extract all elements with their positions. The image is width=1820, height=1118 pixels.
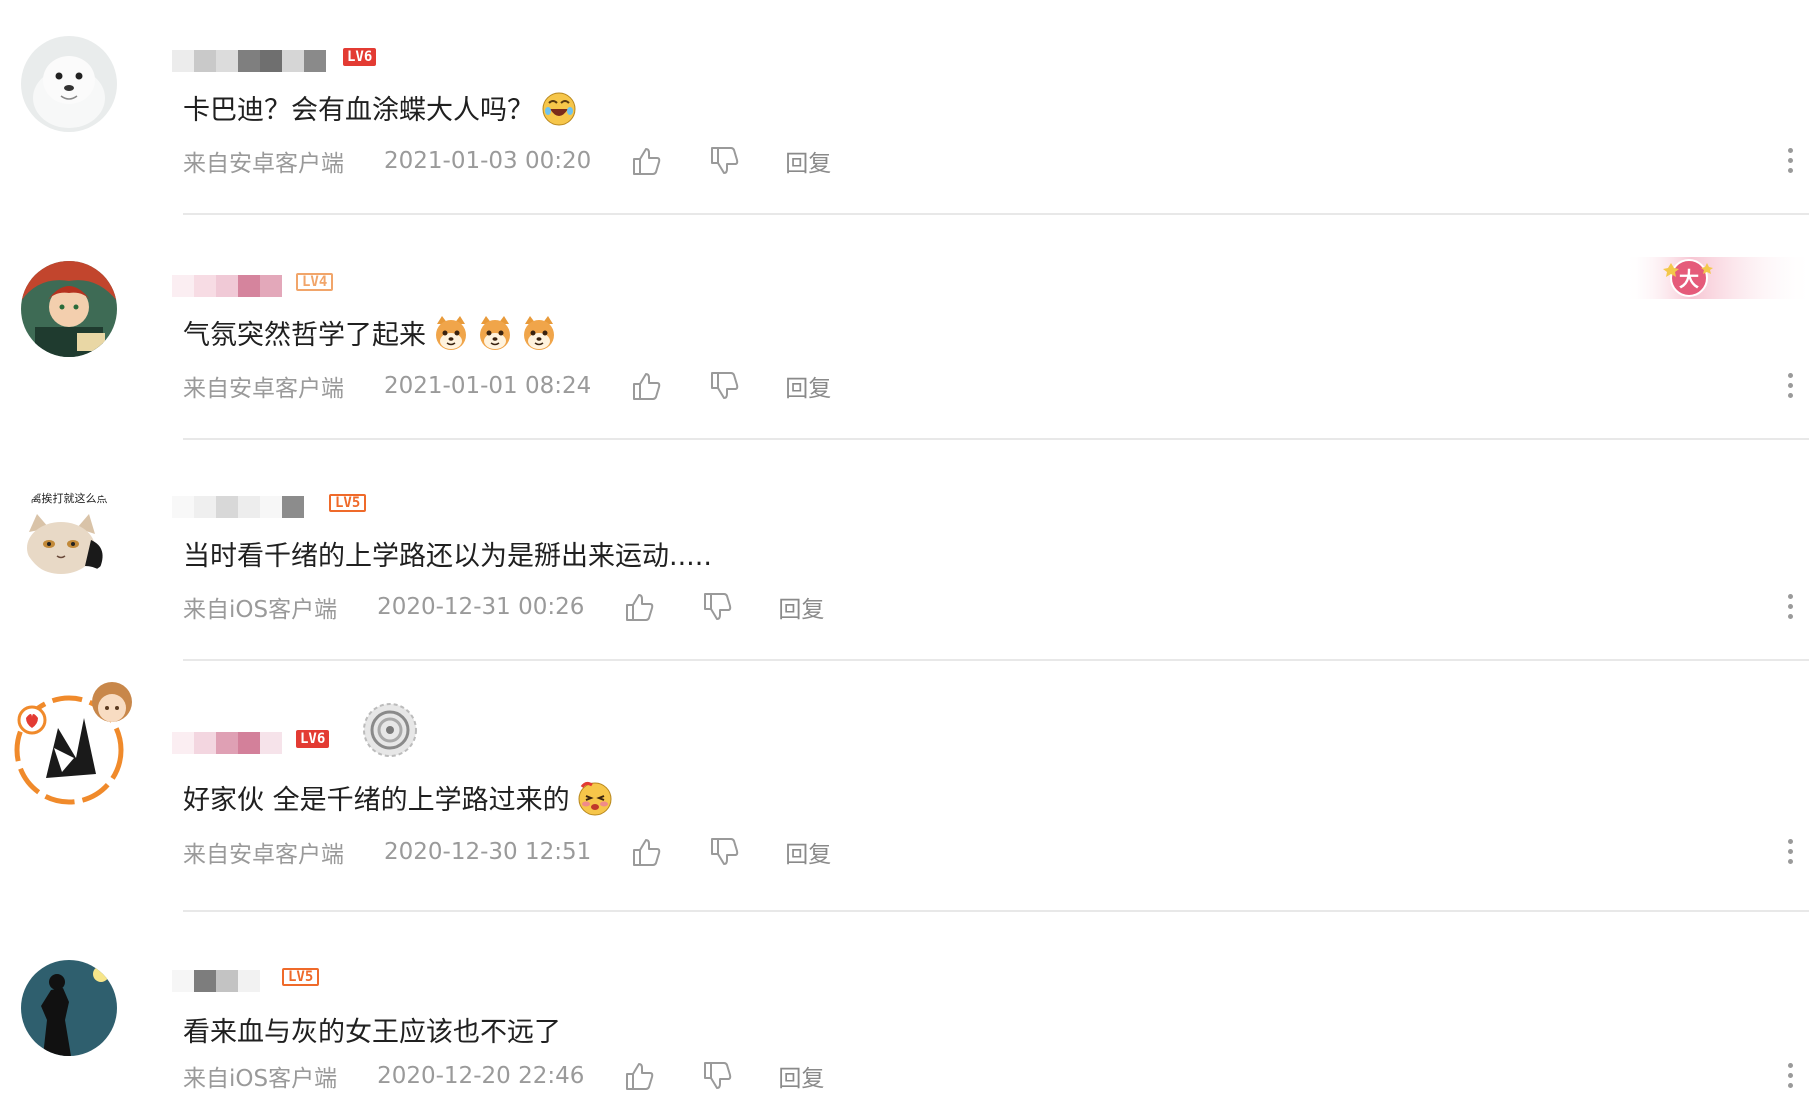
divider xyxy=(183,438,1809,440)
more-options-icon[interactable] xyxy=(1784,148,1796,178)
comment-item: 离挨打就这么点 LV5 当时看千绪的上学路还以为是掰出来运动..... 来自iO… xyxy=(0,446,1820,669)
spiral-badge-icon xyxy=(363,703,417,757)
comment-time: 2020-12-20 22:46 xyxy=(377,1063,585,1089)
thumbs-up-icon[interactable] xyxy=(629,835,663,869)
comment-meta: 来自安卓客户端 2021-01-03 00:20 回复 xyxy=(183,144,831,178)
comment-meta: 来自安卓客户端 2021-01-01 08:24 回复 xyxy=(183,369,831,403)
more-options-icon[interactable] xyxy=(1784,1063,1796,1093)
thumbs-down-icon[interactable] xyxy=(700,1059,734,1093)
thumbs-down-icon[interactable] xyxy=(707,369,741,403)
fan-medal-icon: 大 xyxy=(1625,257,1815,299)
comment-time: 2021-01-01 08:24 xyxy=(384,373,592,399)
client-source: 来自iOS客户端 xyxy=(183,1066,338,1092)
comment-item: LV4 大 气氛突然哲学了起来 来自安卓客户端 2021-01-01 08:24… xyxy=(0,225,1820,448)
shiba-dog-emoji-icon xyxy=(480,315,510,350)
comment-meta: 来自安卓客户端 2020-12-30 12:51 回复 xyxy=(183,835,831,869)
level-badge: LV6 xyxy=(296,730,330,748)
comment-item: LV6 好家伙 全是千绪的上学路过来的 来自安卓客户端 2020-12-30 1… xyxy=(0,678,1820,918)
comment-item: LV6 卡巴迪？会有血涂蝶大人吗？ 来自安卓客户端 2021-01-03 00:… xyxy=(0,0,1820,223)
username-mosaic[interactable] xyxy=(172,496,312,518)
comment-time: 2020-12-30 12:51 xyxy=(384,839,592,865)
reply-button[interactable]: 回复 xyxy=(785,369,831,403)
username-mosaic[interactable] xyxy=(172,275,287,297)
comment-item: LV5 看来血与灰的女王应该也不远了 来自iOS客户端 2020-12-20 2… xyxy=(0,920,1820,1118)
user-avatar[interactable] xyxy=(21,261,117,357)
client-source: 来自安卓客户端 xyxy=(183,151,344,177)
reply-button[interactable]: 回复 xyxy=(785,144,831,178)
level-badge: LV4 xyxy=(296,273,334,291)
laughing-face-emoji-icon xyxy=(542,92,576,125)
thumbs-down-icon[interactable] xyxy=(707,144,741,178)
more-options-icon[interactable] xyxy=(1784,594,1796,624)
comment-text: 看来血与灰的女王应该也不远了 xyxy=(183,1017,561,1048)
divider xyxy=(183,213,1809,215)
comment-text: 卡巴迪？会有血涂蝶大人吗？ xyxy=(183,95,534,126)
username-mosaic[interactable] xyxy=(172,50,332,72)
reply-button[interactable]: 回复 xyxy=(785,835,831,869)
divider xyxy=(183,910,1809,912)
avatar-caption: 离挨打就这么点 xyxy=(31,491,108,505)
cat-avatar-icon: 离挨打就这么点 xyxy=(21,482,117,578)
comment-content: 看来血与灰的女王应该也不远了 xyxy=(183,1010,561,1049)
thumbs-up-icon[interactable] xyxy=(629,144,663,178)
comment-text: 当时看千绪的上学路还以为是掰出来运动..... xyxy=(183,541,712,572)
seal-avatar-icon xyxy=(21,36,117,132)
comment-content: 卡巴迪？会有血涂蝶大人吗？ xyxy=(183,88,578,127)
avatar-pendant-frame xyxy=(14,682,132,805)
user-avatar[interactable] xyxy=(21,960,117,1056)
client-source: 来自安卓客户端 xyxy=(183,376,344,402)
thumbs-down-icon[interactable] xyxy=(700,590,734,624)
username-mosaic[interactable] xyxy=(172,970,262,992)
anime-boy-avatar-icon xyxy=(21,261,117,357)
shiba-dog-emoji-icon xyxy=(436,315,466,350)
comment-text: 好家伙 全是千绪的上学路过来的 xyxy=(183,785,570,816)
reply-button[interactable]: 回复 xyxy=(778,1059,824,1093)
medal-text: 大 xyxy=(1679,267,1699,291)
comment-text: 气氛突然哲学了起来 xyxy=(183,320,426,351)
thumbs-up-icon[interactable] xyxy=(629,369,663,403)
user-avatar[interactable]: 离挨打就这么点 xyxy=(21,482,117,578)
comment-time: 2020-12-31 00:26 xyxy=(377,594,585,620)
level-badge: LV5 xyxy=(282,968,320,986)
level-badge: LV5 xyxy=(329,494,367,512)
thumbs-up-icon[interactable] xyxy=(622,590,656,624)
divider xyxy=(183,659,1809,661)
silhouette-avatar-icon xyxy=(21,960,117,1056)
thumbs-down-icon[interactable] xyxy=(707,835,741,869)
comment-list: LV6 卡巴迪？会有血涂蝶大人吗？ 来自安卓客户端 2021-01-03 00:… xyxy=(0,0,1820,1118)
client-source: 来自iOS客户端 xyxy=(183,597,338,623)
user-avatar[interactable] xyxy=(21,36,117,132)
more-options-icon[interactable] xyxy=(1784,839,1796,869)
comment-content: 好家伙 全是千绪的上学路过来的 xyxy=(183,778,614,817)
blushing-face-emoji-icon xyxy=(578,781,612,815)
comment-meta: 来自iOS客户端 2020-12-20 22:46 回复 xyxy=(183,1059,824,1093)
thumbs-up-icon[interactable] xyxy=(622,1059,656,1093)
comment-time: 2021-01-03 00:20 xyxy=(384,148,592,174)
comment-content: 当时看千绪的上学路还以为是掰出来运动..... xyxy=(183,534,712,573)
reply-button[interactable]: 回复 xyxy=(778,590,824,624)
username-mosaic[interactable] xyxy=(172,732,287,754)
comment-meta: 来自iOS客户端 2020-12-31 00:26 回复 xyxy=(183,590,824,624)
comment-content: 气氛突然哲学了起来 xyxy=(183,313,558,352)
level-badge: LV6 xyxy=(343,48,377,66)
more-options-icon[interactable] xyxy=(1784,373,1796,403)
client-source: 来自安卓客户端 xyxy=(183,842,344,868)
shiba-dog-emoji-icon xyxy=(524,315,554,350)
